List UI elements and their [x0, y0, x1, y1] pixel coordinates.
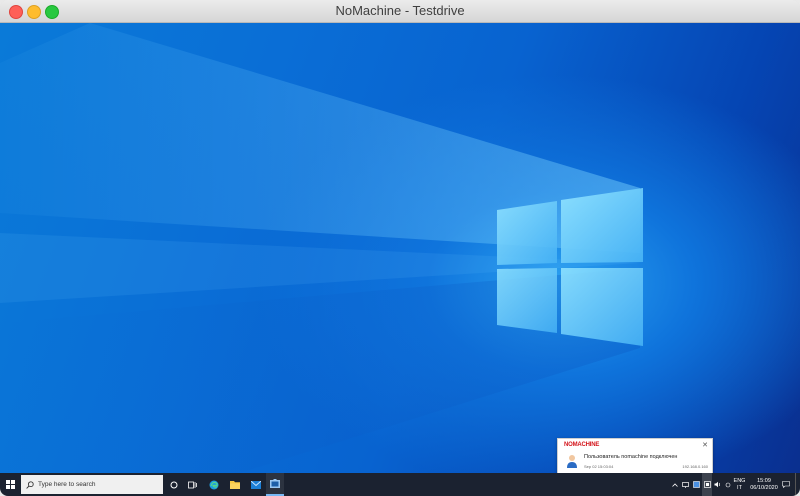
action-center-button[interactable] — [780, 473, 792, 496]
cortana-button[interactable] — [166, 473, 182, 496]
tray-volume-button[interactable] — [713, 473, 723, 496]
start-button[interactable] — [0, 473, 20, 496]
notification-ip: 192.168.0.160 — [682, 464, 708, 469]
search-icon — [26, 480, 34, 489]
nomachine-tray-icon — [692, 481, 700, 488]
notification-close-icon[interactable]: ✕ — [702, 441, 708, 449]
clock-date: 06/10/2020 — [750, 485, 778, 491]
tray-nomachine-button[interactable] — [691, 473, 701, 496]
chevron-up-icon — [672, 482, 678, 487]
nomachine-app-icon — [270, 479, 280, 488]
language-line-2: IT — [737, 485, 742, 491]
taskbar-app-nomachine[interactable] — [266, 473, 284, 496]
windows-start-icon — [5, 480, 15, 489]
taskbar-app-edge[interactable] — [205, 473, 223, 496]
show-desktop-button[interactable] — [795, 473, 800, 496]
mail-icon — [251, 480, 261, 489]
taskbar-search-box[interactable]: Type here to search — [21, 475, 163, 494]
language-line-1: ENG — [733, 478, 746, 484]
task-view-button[interactable] — [184, 473, 200, 496]
connection-notification[interactable]: NOMACHINE ✕ Пользователь nomachine подкл… — [557, 438, 713, 474]
network-icon — [682, 481, 689, 488]
cloud-icon — [725, 482, 731, 487]
windows-taskbar: Type here to search ENG IT 15:09 06/10/2… — [0, 473, 800, 496]
taskbar-clock[interactable]: 15:09 06/10/2020 — [749, 478, 779, 492]
tray-network-button[interactable] — [681, 473, 690, 496]
window-title: NoMachine - Testdrive — [335, 3, 465, 18]
remote-desktop[interactable] — [0, 23, 800, 473]
show-hidden-icons-button[interactable] — [670, 473, 680, 496]
notification-time: Sep 02 15:03:04 — [584, 464, 614, 469]
nomachine-window: NoMachine - Testdrive NOMACHINE ✕ Пользо… — [0, 0, 800, 496]
edge-browser-icon — [209, 480, 219, 489]
title-bar[interactable]: NoMachine - Testdrive — [0, 0, 800, 23]
taskbar-app-mail[interactable] — [247, 473, 265, 496]
display-icon — [703, 481, 711, 488]
speaker-icon — [714, 481, 720, 488]
taskbar-app-file-explorer[interactable] — [226, 473, 244, 496]
task-view-icon — [187, 481, 197, 488]
notification-message: Пользователь nomachine подключен — [584, 454, 678, 460]
user-avatar-icon — [567, 455, 577, 468]
clock-time: 15:09 — [757, 478, 771, 484]
tray-cloud-button[interactable] — [724, 473, 732, 496]
notification-center-icon — [782, 481, 790, 488]
folder-icon — [230, 481, 240, 489]
cortana-circle-icon — [170, 481, 178, 488]
input-language-indicator[interactable]: ENG IT — [733, 478, 746, 492]
notification-brand: NOMACHINE — [564, 442, 600, 448]
tray-display-button[interactable] — [702, 473, 712, 496]
windows-logo-wallpaper — [497, 188, 643, 346]
wallpaper-light-beams — [0, 23, 640, 473]
search-placeholder: Type here to search — [38, 481, 96, 488]
